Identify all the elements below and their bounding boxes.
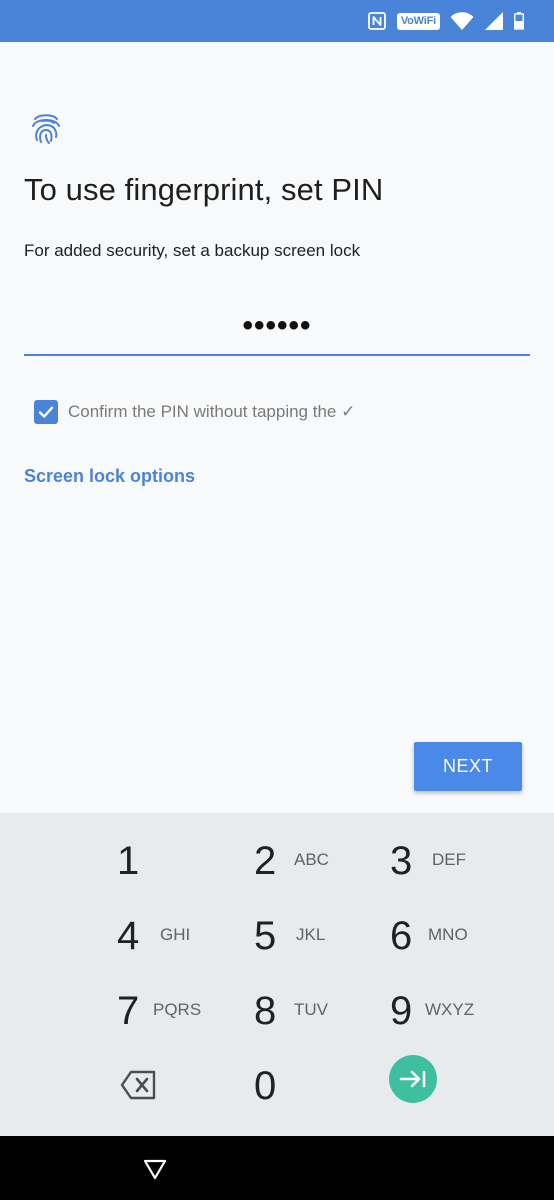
key-digit: 7	[117, 989, 140, 1033]
enter-key[interactable]	[389, 1055, 437, 1103]
key-digit: 6	[390, 914, 413, 958]
wifi-icon	[450, 12, 474, 30]
fingerprint-icon	[32, 114, 60, 144]
status-icons: VoWiFi	[367, 9, 524, 33]
backspace-icon[interactable]	[120, 1068, 158, 1102]
pin-setup-screen: VoWiFi To use fingerprint, set PIN For a…	[0, 0, 554, 1200]
keypad-key-4[interactable]: 4 GHI	[117, 906, 217, 966]
cell-signal-icon	[485, 12, 503, 30]
navigation-bar	[0, 1136, 554, 1200]
key-digit: 0	[254, 1064, 277, 1108]
page-subtitle: For added security, set a backup screen …	[24, 241, 361, 260]
pin-input[interactable]: ••••••	[24, 302, 530, 356]
confirm-pin-label: Confirm the PIN without tapping the ✓	[68, 402, 356, 421]
nfc-icon	[367, 12, 386, 30]
key-letters: MNO	[428, 925, 468, 944]
keypad-key-5[interactable]: 5 JKL	[254, 906, 354, 966]
key-digit: 3	[390, 839, 413, 883]
key-letters: JKL	[296, 925, 326, 944]
status-bar: VoWiFi	[0, 0, 554, 42]
key-digit: 9	[390, 989, 413, 1033]
vowifi-badge: VoWiFi	[396, 12, 440, 30]
key-letters: GHI	[160, 925, 191, 944]
keypad-key-6[interactable]: 6 MNO	[390, 906, 490, 966]
tab-arrow-icon	[399, 1070, 426, 1088]
key-digit: 2	[254, 839, 277, 883]
keypad-key-8[interactable]: 8 TUV	[254, 981, 354, 1041]
battery-icon	[514, 12, 524, 30]
key-letters: DEF	[432, 850, 466, 869]
key-letters: PQRS	[153, 1000, 202, 1019]
key-letters: TUV	[294, 1000, 328, 1019]
keypad-key-0[interactable]: 0	[254, 1056, 294, 1116]
key-digit: 1	[117, 839, 140, 883]
key-digit: 4	[117, 914, 140, 958]
key-letters: ABC	[294, 850, 329, 869]
key-digit: 5	[254, 914, 277, 958]
confirm-pin-checkbox[interactable]	[34, 400, 58, 424]
page-title: To use fingerprint, set PIN	[24, 172, 384, 207]
pin-input-value: ••••••	[242, 309, 312, 342]
keypad-key-1[interactable]: 1	[117, 831, 177, 891]
back-triangle-icon[interactable]	[143, 1158, 167, 1180]
checkmark-icon	[38, 406, 54, 418]
confirm-pin-option[interactable]: Confirm the PIN without tapping the ✓	[34, 398, 355, 426]
keypad-key-3[interactable]: 3 DEF	[390, 831, 490, 891]
keypad-key-9[interactable]: 9 WXYZ	[390, 981, 490, 1041]
key-digit: 8	[254, 989, 277, 1033]
key-letters: WXYZ	[425, 1000, 475, 1019]
keypad-key-2[interactable]: 2 ABC	[254, 831, 354, 891]
next-button[interactable]: NEXT	[414, 742, 522, 791]
keypad-key-7[interactable]: 7 PQRS	[117, 981, 217, 1041]
screen-lock-options-link[interactable]: Screen lock options	[24, 466, 195, 487]
